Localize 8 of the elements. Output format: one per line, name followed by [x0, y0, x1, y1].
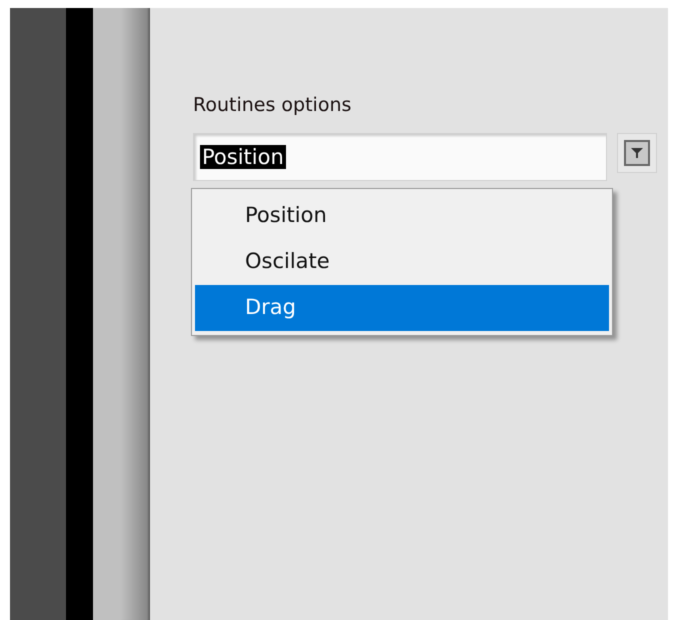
combo-field[interactable]: Position — [193, 132, 607, 181]
menu-option[interactable]: Position — [195, 193, 609, 239]
selected-text: Position — [200, 144, 286, 169]
dropdown-button[interactable] — [617, 132, 657, 173]
menu-option[interactable]: Drag — [195, 285, 609, 331]
field-label: Routines options — [193, 94, 352, 117]
dropdown-icon — [624, 140, 650, 166]
menu-option[interactable]: Oscilate — [195, 239, 609, 285]
